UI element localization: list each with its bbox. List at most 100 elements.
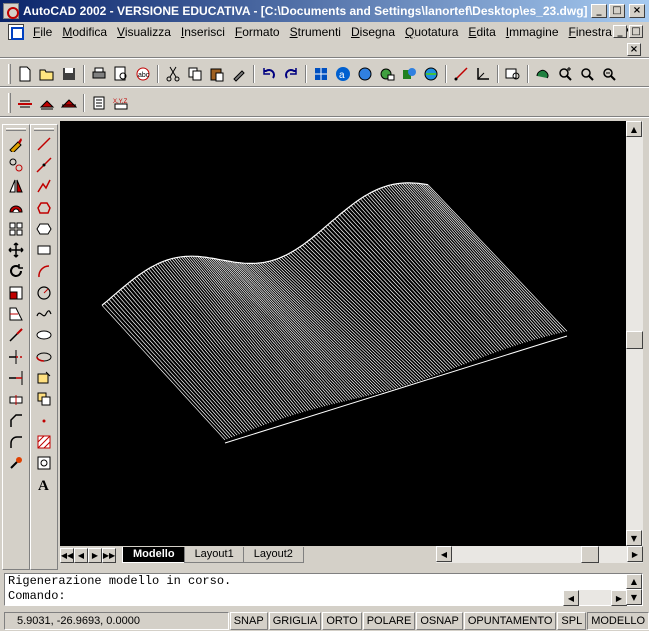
- multiline-text-icon[interactable]: A: [31, 474, 57, 495]
- polygon-icon[interactable]: [31, 197, 57, 218]
- layer-manager-icon[interactable]: [58, 92, 80, 114]
- construction-line-icon[interactable]: [31, 154, 57, 175]
- layer-icon[interactable]: [14, 92, 36, 114]
- tab-modello[interactable]: Modello: [122, 547, 186, 563]
- spell-check-icon[interactable]: abc: [132, 63, 154, 85]
- rotate-icon[interactable]: [3, 261, 29, 282]
- command-scroll-left[interactable]: ◀: [563, 590, 579, 606]
- tab-next-button[interactable]: ▶: [88, 547, 102, 563]
- toolbar-grip[interactable]: [8, 64, 11, 84]
- grid-icon[interactable]: [310, 63, 332, 85]
- make-block-icon[interactable]: [31, 389, 57, 410]
- globe-icon[interactable]: [420, 63, 442, 85]
- polyline-icon[interactable]: [31, 176, 57, 197]
- cut-icon[interactable]: [162, 63, 184, 85]
- close-button[interactable]: ×: [629, 4, 645, 18]
- rectangle-icon[interactable]: [31, 218, 57, 239]
- toolbar-grip[interactable]: [6, 128, 26, 131]
- otrack-toggle[interactable]: OPUNTAMENTO: [463, 611, 557, 630]
- ortho-toggle[interactable]: ORTO: [322, 611, 362, 630]
- menu-disegna[interactable]: Disegna: [346, 25, 400, 39]
- named-views-icon[interactable]: [502, 63, 524, 85]
- horizontal-scroll-thumb[interactable]: [581, 546, 599, 563]
- explode-icon[interactable]: [3, 452, 29, 473]
- horizontal-scrollbar[interactable]: ◀ ▶: [436, 546, 643, 563]
- vertical-scroll-thumb[interactable]: [626, 331, 643, 349]
- save-icon[interactable]: [58, 63, 80, 85]
- xyz-icon[interactable]: X,Y,Z: [110, 92, 132, 114]
- print-icon[interactable]: [88, 63, 110, 85]
- vertical-scrollbar[interactable]: ▲ ▼: [626, 121, 643, 546]
- grid-toggle[interactable]: GRIGLIA: [268, 611, 322, 630]
- tab-prev-button[interactable]: ◀: [74, 547, 88, 563]
- ellipse-icon[interactable]: [31, 325, 57, 346]
- osnap-toggle[interactable]: OSNAP: [416, 611, 463, 630]
- extend-icon[interactable]: [3, 367, 29, 388]
- doc-minimize-button[interactable]: _: [613, 25, 627, 38]
- coordinates-readout[interactable]: 5.9031, -26.9693, 0.0000: [4, 611, 229, 630]
- redo-icon[interactable]: [280, 63, 302, 85]
- menu-strumenti[interactable]: Strumenti: [285, 25, 346, 39]
- rect-icon[interactable]: [31, 239, 57, 260]
- command-horizontal-scrollbar[interactable]: ◀ ▶: [563, 590, 627, 606]
- tab-layout1[interactable]: Layout1: [183, 547, 245, 563]
- copy-object-icon[interactable]: [3, 154, 29, 175]
- zoom-realtime-icon[interactable]: [554, 63, 576, 85]
- mirror-icon[interactable]: [3, 176, 29, 197]
- toolbar-grip[interactable]: [8, 93, 11, 113]
- undo-icon[interactable]: [258, 63, 280, 85]
- scroll-up-button[interactable]: ▲: [626, 121, 642, 137]
- render-icon[interactable]: [398, 63, 420, 85]
- doc-restore-button[interactable]: □: [629, 25, 643, 38]
- chamfer-icon[interactable]: [3, 410, 29, 431]
- paste-icon[interactable]: [206, 63, 228, 85]
- tab-layout2[interactable]: Layout2: [242, 547, 304, 563]
- scroll-left-button[interactable]: ◀: [436, 546, 452, 562]
- break-icon[interactable]: [3, 389, 29, 410]
- match-properties-icon[interactable]: [228, 63, 250, 85]
- doc-close-button[interactable]: ×: [627, 43, 641, 56]
- menu-visualizza[interactable]: Visualizza: [112, 25, 176, 39]
- print-preview-icon[interactable]: [110, 63, 132, 85]
- spline-icon[interactable]: [31, 303, 57, 324]
- zoom-previous-icon[interactable]: [598, 63, 620, 85]
- menu-finestra[interactable]: Finestra: [564, 25, 617, 39]
- menu-immagine[interactable]: Immagine: [501, 25, 564, 39]
- hatch-icon[interactable]: [31, 431, 57, 452]
- trim-icon[interactable]: [3, 346, 29, 367]
- browser-icon[interactable]: a: [332, 63, 354, 85]
- tab-last-button[interactable]: ▶▶: [102, 547, 116, 563]
- snap-toggle[interactable]: SNAP: [229, 611, 268, 630]
- model-space-toggle[interactable]: MODELLO: [587, 611, 649, 630]
- menu-modifica[interactable]: Modifica: [57, 25, 112, 39]
- document-icon[interactable]: [8, 24, 24, 40]
- scroll-right-button[interactable]: ▶: [627, 546, 643, 562]
- move-icon[interactable]: [3, 239, 29, 260]
- command-window[interactable]: Rigenerazione modello in corso. Comando:…: [4, 573, 643, 606]
- menu-quotatura[interactable]: Quotatura: [400, 25, 463, 39]
- line-icon[interactable]: [31, 133, 57, 154]
- region-icon[interactable]: [31, 452, 57, 473]
- layer-states-icon[interactable]: [36, 92, 58, 114]
- menu-edita[interactable]: Edita: [463, 25, 500, 39]
- toolbar-grip[interactable]: [34, 128, 54, 131]
- command-scroll-down[interactable]: ▼: [626, 589, 642, 605]
- offset-icon[interactable]: [3, 197, 29, 218]
- publish-icon[interactable]: [376, 63, 398, 85]
- lengthen-icon[interactable]: [3, 325, 29, 346]
- command-scroll-right[interactable]: ▶: [611, 590, 627, 606]
- scale-icon[interactable]: [3, 282, 29, 303]
- arc-icon[interactable]: [31, 261, 57, 282]
- properties-icon[interactable]: [88, 92, 110, 114]
- distance-icon[interactable]: [450, 63, 472, 85]
- circle-icon[interactable]: [31, 282, 57, 303]
- autocad-app-icon[interactable]: [3, 3, 19, 19]
- menu-inserisci[interactable]: Inserisci: [176, 25, 230, 39]
- insert-block-icon[interactable]: [31, 367, 57, 388]
- erase-icon[interactable]: [3, 133, 29, 154]
- command-prompt[interactable]: Comando:: [5, 589, 642, 604]
- copy-icon[interactable]: [184, 63, 206, 85]
- point-icon[interactable]: [31, 410, 57, 431]
- open-icon[interactable]: [36, 63, 58, 85]
- command-scroll-up[interactable]: ▲: [626, 574, 642, 589]
